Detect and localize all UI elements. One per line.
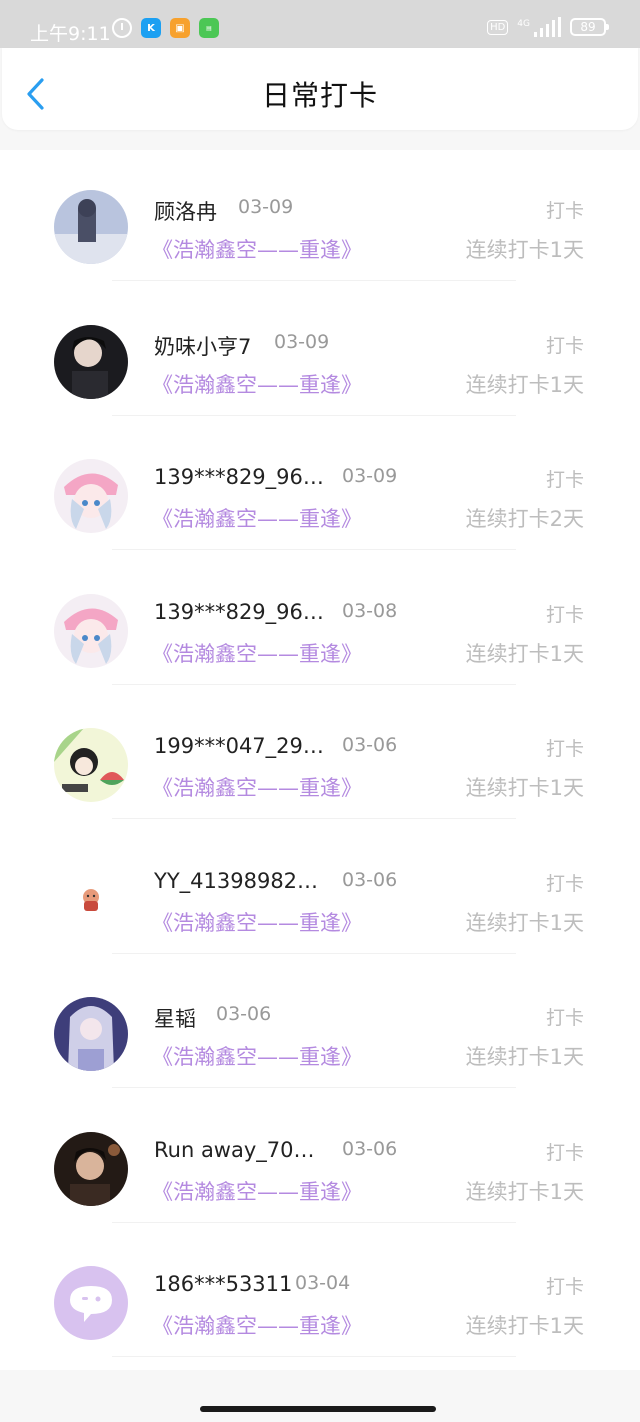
divider bbox=[112, 1221, 516, 1223]
avatar[interactable] bbox=[54, 997, 128, 1071]
default-avatar-icon bbox=[54, 1266, 128, 1340]
checkin-action: 打卡 bbox=[545, 469, 584, 491]
checkin-action: 打卡 bbox=[545, 603, 584, 626]
divider bbox=[112, 952, 516, 954]
avatar[interactable] bbox=[54, 190, 128, 264]
checkin-date: 03-09 bbox=[274, 330, 330, 353]
signal-icon bbox=[534, 17, 561, 37]
app-k-icon: K bbox=[141, 18, 161, 38]
streak-text: 连续打卡1天 bbox=[465, 776, 584, 800]
checkin-action: 打卡 bbox=[545, 200, 584, 222]
divider bbox=[112, 414, 516, 416]
user-name: 星韬 bbox=[154, 1007, 196, 1031]
streak-text: 连续打卡1天 bbox=[465, 1045, 584, 1069]
checkin-action: 打卡 bbox=[545, 334, 584, 357]
book-title[interactable]: 《浩瀚鑫空——重逢》 bbox=[152, 234, 362, 264]
divider bbox=[112, 1356, 516, 1357]
list-item[interactable]: YY_41398982… 03-06 打卡 《浩瀚鑫空——重逢》 连续打卡1天 bbox=[0, 823, 640, 958]
list-item[interactable]: 199***047_29… 03-06 打卡 《浩瀚鑫空——重逢》 连续打卡1天 bbox=[0, 688, 640, 823]
app-green-icon: ▤ bbox=[199, 18, 219, 38]
status-system-icons: HD 4G 89 bbox=[487, 17, 609, 37]
divider bbox=[112, 683, 516, 685]
checkin-list: 顾洛冉 03-09 打卡 《浩瀚鑫空——重逢》 连续打卡1天 奶味小亨7 03-… bbox=[0, 150, 640, 1370]
status-app-icons: K ▣ ▤ bbox=[112, 18, 219, 38]
network-type: 4G bbox=[517, 19, 530, 29]
checkin-date: 03-08 bbox=[342, 599, 398, 622]
checkin-action: 打卡 bbox=[545, 872, 584, 895]
status-bar: 上午9:11 K ▣ ▤ HD 4G 89 bbox=[0, 0, 640, 48]
list-item[interactable]: 星韬 03-06 打卡 《浩瀚鑫空——重逢》 连续打卡1天 bbox=[0, 957, 640, 1092]
streak-text: 连续打卡1天 bbox=[465, 910, 584, 935]
list-item[interactable]: 139***829_96… 03-08 打卡 《浩瀚鑫空——重逢》 连续打卡1天 bbox=[0, 554, 640, 689]
divider bbox=[112, 549, 516, 550]
checkin-action: 打卡 bbox=[545, 1276, 584, 1298]
checkin-date: 03-06 bbox=[342, 734, 398, 756]
user-name: 139***829_96… bbox=[154, 599, 324, 624]
divider bbox=[112, 818, 516, 819]
user-name: Run away_70… bbox=[154, 1137, 315, 1162]
checkin-date: 03-06 bbox=[216, 1003, 272, 1025]
book-title[interactable]: 《浩瀚鑫空——重逢》 bbox=[152, 1041, 362, 1071]
user-name: YY_41398982… bbox=[154, 868, 319, 893]
checkin-date: 03-06 bbox=[342, 1137, 398, 1160]
alarm-icon bbox=[112, 18, 132, 38]
user-name: 139***829_96… bbox=[154, 465, 324, 489]
streak-text: 连续打卡1天 bbox=[465, 1179, 584, 1204]
streak-text: 连续打卡1天 bbox=[465, 1314, 584, 1338]
checkin-action: 打卡 bbox=[545, 1007, 584, 1029]
list-item[interactable]: 顾洛冉 03-09 打卡 《浩瀚鑫空——重逢》 连续打卡1天 bbox=[0, 150, 640, 285]
avatar[interactable] bbox=[54, 1266, 128, 1340]
streak-text: 连续打卡2天 bbox=[465, 507, 584, 531]
book-title[interactable]: 《浩瀚鑫空——重逢》 bbox=[152, 772, 362, 802]
book-title[interactable]: 《浩瀚鑫空——重逢》 bbox=[152, 907, 362, 937]
book-title[interactable]: 《浩瀚鑫空——重逢》 bbox=[152, 638, 362, 668]
user-name: 奶味小亨7 bbox=[154, 334, 252, 359]
avatar[interactable] bbox=[54, 459, 128, 533]
checkin-date: 03-06 bbox=[342, 868, 398, 891]
battery-icon: 89 bbox=[570, 18, 609, 36]
divider bbox=[112, 280, 516, 281]
avatar[interactable] bbox=[54, 728, 128, 802]
user-name: 199***047_29… bbox=[154, 734, 324, 758]
avatar[interactable] bbox=[54, 1131, 128, 1206]
checkin-date: 03-09 bbox=[238, 196, 294, 218]
hd-icon: HD bbox=[487, 19, 509, 35]
book-title[interactable]: 《浩瀚鑫空——重逢》 bbox=[152, 1310, 362, 1340]
streak-text: 连续打卡1天 bbox=[465, 238, 584, 262]
streak-text: 连续打卡1天 bbox=[465, 641, 584, 666]
checkin-action: 打卡 bbox=[545, 738, 584, 760]
page-title: 日常打卡 bbox=[261, 79, 378, 112]
home-indicator[interactable] bbox=[200, 1406, 436, 1412]
list-item[interactable]: 186***53311 03-04 打卡 《浩瀚鑫空——重逢》 连续打卡1天 bbox=[0, 1226, 640, 1361]
app-orange-icon: ▣ bbox=[170, 18, 190, 38]
book-title[interactable]: 《浩瀚鑫空——重逢》 bbox=[152, 369, 362, 399]
book-title[interactable]: 《浩瀚鑫空——重逢》 bbox=[152, 503, 362, 533]
checkin-action: 打卡 bbox=[545, 1141, 584, 1164]
user-name: 顾洛冉 bbox=[154, 200, 217, 224]
list-item[interactable]: 奶味小亨7 03-09 打卡 《浩瀚鑫空——重逢》 连续打卡1天 bbox=[0, 285, 640, 420]
avatar[interactable] bbox=[54, 862, 128, 937]
divider bbox=[112, 1087, 516, 1088]
streak-text: 连续打卡1天 bbox=[465, 372, 584, 397]
checkin-date: 03-09 bbox=[342, 465, 398, 487]
list-item[interactable]: 139***829_96… 03-09 打卡 《浩瀚鑫空——重逢》 连续打卡2天 bbox=[0, 419, 640, 554]
list-item[interactable]: Run away_70… 03-06 打卡 《浩瀚鑫空——重逢》 连续打卡1天 bbox=[0, 1092, 640, 1227]
checkin-date: 03-04 bbox=[295, 1272, 351, 1294]
status-time: 上午9:11 bbox=[30, 23, 111, 45]
page-header: 日常打卡 bbox=[2, 48, 638, 130]
user-name: 186***53311 bbox=[154, 1272, 293, 1296]
avatar[interactable] bbox=[54, 324, 128, 399]
avatar[interactable] bbox=[54, 593, 128, 668]
book-title[interactable]: 《浩瀚鑫空——重逢》 bbox=[152, 1176, 362, 1206]
